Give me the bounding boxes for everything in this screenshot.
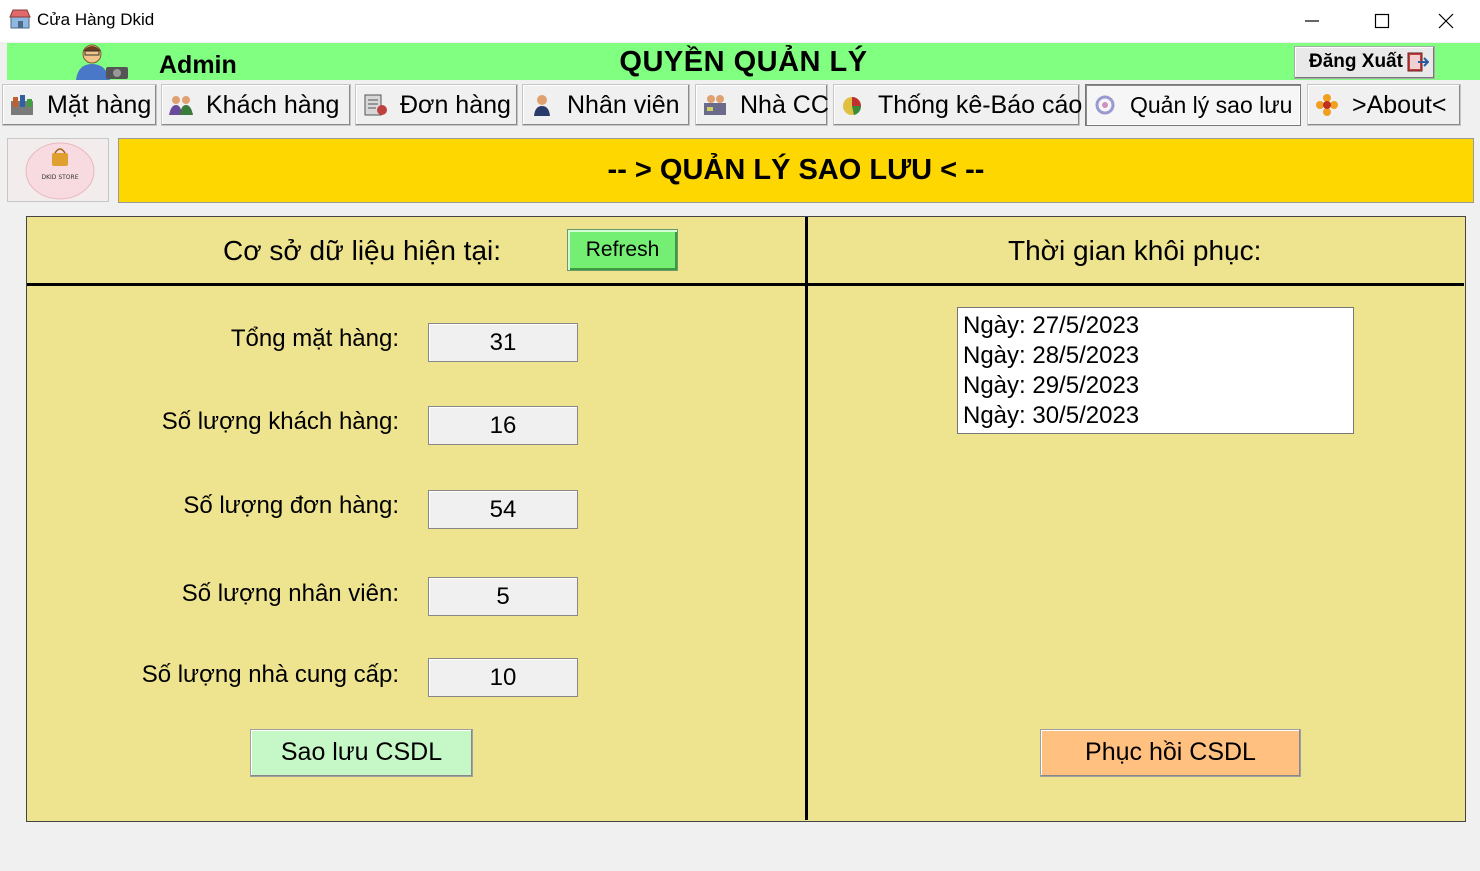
tab-nha-cc[interactable]: Nhà CC — [695, 84, 829, 126]
flower-icon — [1316, 94, 1338, 116]
tab-label: Nhà CC — [740, 90, 829, 119]
tab-quan-ly-sao-luu[interactable]: Quản lý sao lưu — [1085, 84, 1301, 126]
tab-bar: Mặt hàng Khách hàng Đơn hàng Nhân viên N… — [0, 84, 1480, 128]
stat-value-orders: 54 — [428, 490, 578, 529]
tab-label: Thống kê-Báo cáo — [878, 90, 1083, 119]
close-button[interactable] — [1412, 0, 1480, 42]
tab-nhan-vien[interactable]: Nhân viên — [522, 84, 690, 126]
tab-label: Khách hàng — [206, 90, 340, 119]
backup-icon — [1095, 95, 1115, 115]
close-icon — [1438, 13, 1454, 29]
current-db-title: Cơ sở dữ liệu hiện tại: — [223, 235, 502, 266]
refresh-button[interactable]: Refresh — [567, 229, 678, 271]
stat-label-customers: Số lượng khách hàng: — [161, 408, 399, 435]
stat-value-customers: 16 — [428, 406, 578, 445]
store-icon — [9, 9, 31, 29]
vertical-divider — [805, 217, 808, 820]
logout-button[interactable]: Đăng Xuất — [1294, 46, 1435, 79]
logout-icon — [1407, 52, 1429, 72]
role-title: QUYỀN QUẢN LÝ — [619, 46, 868, 78]
restore-time-title: Thời gian khôi phục: — [1008, 235, 1262, 266]
list-item[interactable]: Ngày: 28/5/2023 — [963, 341, 1353, 371]
tab-label: Đơn hàng — [400, 90, 511, 119]
report-icon — [843, 97, 862, 115]
maximize-button[interactable] — [1348, 0, 1416, 42]
store-logo: DKID STORE — [7, 138, 109, 202]
stat-label-employees: Số lượng nhân viên: — [181, 580, 399, 607]
stat-label-products: Tổng mặt hàng: — [230, 325, 399, 352]
list-item[interactable]: Ngày: 29/5/2023 — [963, 371, 1353, 401]
tab-thong-ke[interactable]: Thống kê-Báo cáo — [833, 84, 1083, 126]
customers-icon — [169, 96, 193, 115]
logout-label: Đăng Xuất — [1309, 51, 1403, 72]
shopping-bag-icon: DKID STORE — [25, 142, 95, 200]
stat-label-suppliers: Số lượng nhà cung cấp: — [141, 661, 399, 688]
stat-value-products: 31 — [428, 323, 578, 362]
tab-label: >About< — [1352, 90, 1447, 119]
restore-database-button[interactable]: Phục hồi CSDL — [1040, 729, 1301, 777]
minimize-button[interactable] — [1278, 0, 1346, 42]
employee-icon — [534, 95, 550, 116]
stat-label-orders: Số lượng đơn hàng: — [183, 492, 399, 519]
backup-database-button[interactable]: Sao lưu CSDL — [250, 729, 473, 777]
horizontal-divider — [27, 283, 1464, 286]
list-item[interactable]: Ngày: 30/5/2023 — [963, 401, 1353, 431]
list-item[interactable]: Ngày: 27/5/2023 — [963, 311, 1353, 341]
store-shelves-icon — [11, 95, 33, 115]
tab-label: Nhân viên — [567, 90, 680, 119]
tab-about[interactable]: >About< — [1307, 84, 1461, 126]
tab-don-hang[interactable]: Đơn hàng — [355, 84, 518, 126]
tab-khach-hang[interactable]: Khách hàng — [161, 84, 351, 126]
backup-panel: Cơ sở dữ liệu hiện tại: Refresh Tổng mặt… — [26, 216, 1466, 822]
supplier-icon — [704, 95, 726, 115]
window-title: Cửa Hàng Dkid — [37, 10, 155, 29]
title-bar: Cửa Hàng Dkid — [0, 0, 1480, 42]
header-bar: Admin QUYỀN QUẢN LÝ Đăng Xuất — [7, 43, 1480, 80]
page-banner: -- > QUẢN LÝ SAO LƯU < -- — [118, 138, 1474, 203]
stat-value-employees: 5 — [428, 577, 578, 616]
tab-label: Mặt hàng — [47, 90, 152, 119]
order-icon — [364, 94, 387, 116]
restore-date-list[interactable]: Ngày: 27/5/2023 Ngày: 28/5/2023 Ngày: 29… — [957, 307, 1354, 434]
maximize-icon — [1374, 13, 1390, 29]
logo-text: DKID STORE — [41, 174, 78, 181]
tab-label: Quản lý sao lưu — [1130, 91, 1293, 118]
stat-value-suppliers: 10 — [428, 658, 578, 697]
tab-mat-hang[interactable]: Mặt hàng — [2, 84, 157, 126]
minimize-icon — [1305, 20, 1319, 22]
